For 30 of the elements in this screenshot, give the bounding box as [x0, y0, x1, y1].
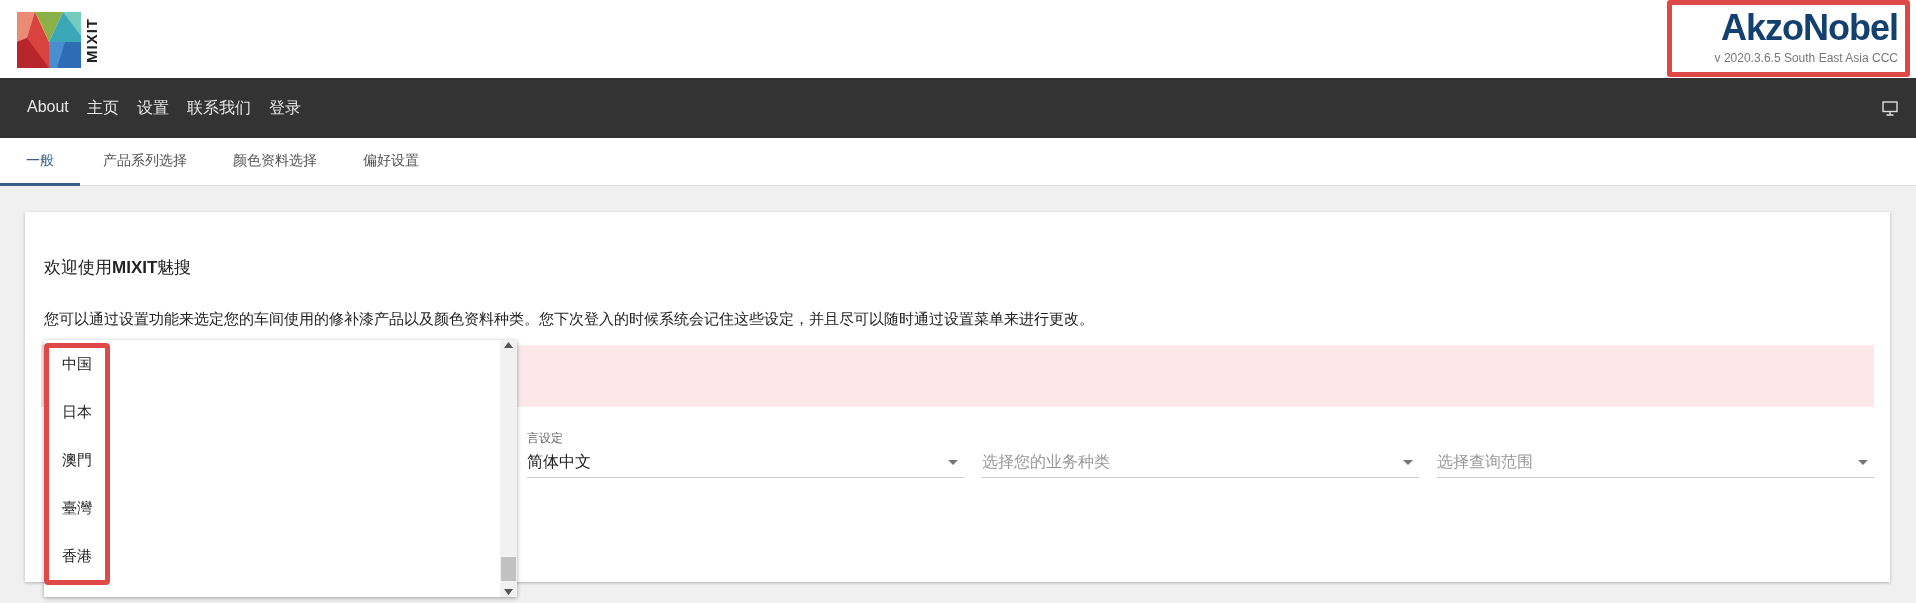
monitor-icon[interactable] [1882, 100, 1898, 116]
tab[interactable]: 产品系列选择 [80, 138, 210, 186]
nav-link[interactable]: About [18, 97, 78, 119]
nav-link[interactable]: 设置 [127, 97, 178, 119]
select-field[interactable]: 简体中文 [527, 447, 964, 478]
dropdown-option[interactable]: 中国 [54, 349, 100, 378]
tab[interactable]: 偏好设置 [340, 138, 442, 186]
scroll-thumb[interactable] [501, 557, 516, 581]
dropdown-option[interactable]: 臺灣 [54, 493, 100, 522]
tab[interactable]: 颜色资料选择 [210, 138, 340, 186]
tab[interactable]: 一般 [0, 138, 80, 186]
nav-link[interactable]: 主页 [77, 97, 128, 119]
card-title: 欢迎使用MIXIT魅搜 [44, 257, 193, 279]
field-label: 言设定 [527, 431, 563, 446]
caret-icon [1403, 459, 1413, 465]
scrollbar[interactable] [500, 340, 517, 597]
brand-name: AkzoNobel [1721, 8, 1898, 48]
scroll-up-icon[interactable] [504, 342, 513, 348]
dropdown-option[interactable]: 日本 [54, 397, 100, 426]
caret-icon [948, 459, 958, 465]
nav-link[interactable]: 联系我们 [177, 97, 260, 119]
dropdown-option[interactable]: 香港 [54, 541, 100, 570]
caret-icon [1858, 459, 1868, 465]
dropdown-option[interactable]: 澳門 [54, 445, 100, 474]
version-text: v 2020.3.6.5 South East Asia CCC [1714, 51, 1898, 65]
nav-link[interactable]: 登录 [259, 97, 310, 119]
logo-icon [17, 12, 81, 68]
description-text: 您可以通过设置功能来选定您的车间使用的修补漆产品以及颜色资料种类。您下次登入的时候系统会记住这些设定，并且尽可以随时通过设置菜单来进行更改。 [44, 310, 1095, 329]
logo-text: MIXIT [83, 17, 100, 63]
scroll-down-icon[interactable] [504, 589, 513, 595]
